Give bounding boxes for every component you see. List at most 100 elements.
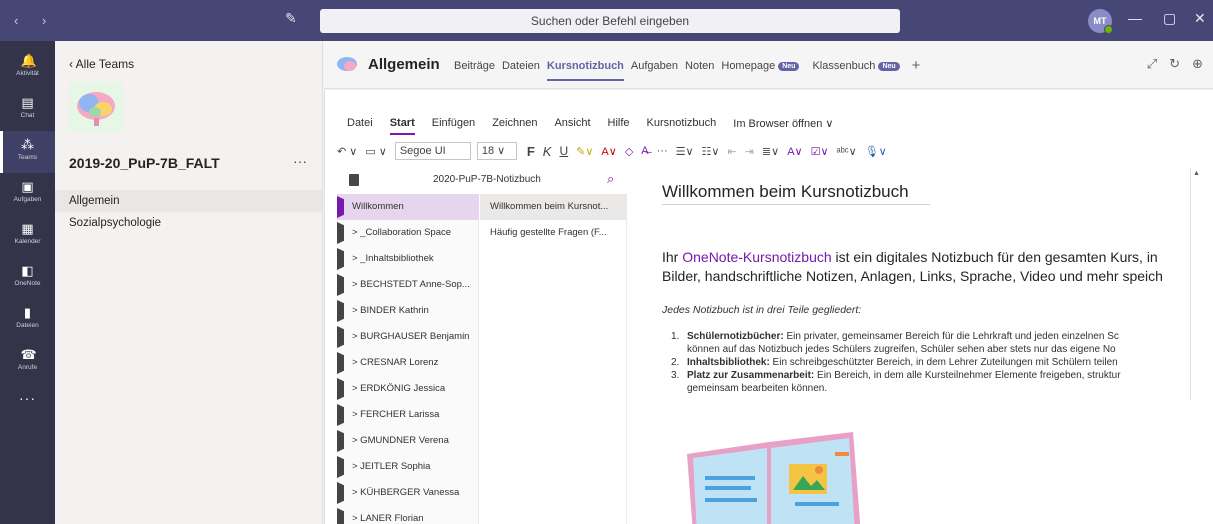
tab-beitraege[interactable]: Beiträge	[454, 60, 495, 72]
section-item[interactable]: > GMUNDNER Verena	[337, 428, 479, 454]
styles-icon[interactable]: A̶	[641, 145, 648, 157]
avatar[interactable]: MT	[1088, 9, 1113, 34]
tab-aufgaben[interactable]: Aufgaben	[631, 60, 678, 72]
section-item[interactable]: > FERCHER Larissa	[337, 402, 479, 428]
compose-icon[interactable]: ✎	[285, 10, 303, 28]
ribbon-tab-hilfe[interactable]: Hilfe	[608, 117, 630, 135]
section-item[interactable]: > JEITLER Sophia	[337, 454, 479, 480]
rail-teams[interactable]: ⁂ Teams	[0, 131, 55, 173]
refresh-icon[interactable]: ↻	[1169, 56, 1180, 72]
rail-files[interactable]: ▮ Dateien	[0, 299, 55, 341]
ribbon-tab-kursnotizbuch[interactable]: Kursnotizbuch	[647, 117, 717, 135]
font-family-select[interactable]: Segoe UI	[394, 142, 471, 160]
intro-paragraph: Ihr OneNote-Kursnotizbuch ist ein digita…	[662, 248, 1202, 286]
ribbon-tab-zeichnen[interactable]: Zeichnen	[492, 117, 537, 135]
minimize-icon[interactable]: —	[1128, 10, 1142, 26]
section-label: > GMUNDNER Verena	[352, 435, 449, 446]
italic-button[interactable]: K	[543, 144, 552, 159]
section-item[interactable]: > LANER Florian	[337, 506, 479, 524]
page-item[interactable]: Willkommen beim Kursnot...	[480, 194, 627, 220]
outdent-icon[interactable]: ⇤	[727, 145, 736, 158]
align-icon[interactable]: ≣∨	[762, 145, 779, 158]
undo-icon[interactable]: ↶ ∨	[337, 145, 357, 158]
section-item[interactable]: > CRESNAR Lorenz	[337, 350, 479, 376]
ribbon-tab-datei[interactable]: Datei	[347, 117, 373, 135]
onenote-link[interactable]: OneNote-Kursnotizbuch	[682, 249, 831, 265]
open-in-browser-button[interactable]: Im Browser öffnen ∨	[733, 117, 833, 135]
expand-icon[interactable]: ⤢	[1147, 56, 1157, 72]
section-tab-icon	[337, 352, 344, 374]
font-size-select[interactable]: 18 ∨	[476, 142, 517, 160]
add-tab-button[interactable]: +	[912, 58, 921, 73]
ribbon-tab-start[interactable]: Start	[390, 117, 415, 135]
tab-kursnotizbuch[interactable]: Kursnotizbuch	[546, 60, 624, 81]
tab-klassenbuch[interactable]: Klassenbuch Neu	[812, 60, 900, 72]
section-item[interactable]: > BINDER Kathrin	[337, 298, 479, 324]
history-nav[interactable]: ‹ ›	[14, 13, 56, 28]
channel-allgemein[interactable]: Allgemein	[55, 190, 322, 212]
rail-chat[interactable]: ▤ Chat	[0, 89, 55, 131]
rail-calendar[interactable]: ▦ Kalender	[0, 215, 55, 257]
section-tab-icon	[337, 430, 344, 452]
indent-icon[interactable]: ⇥	[745, 145, 754, 158]
section-item[interactable]: > BECHSTEDT Anne-Sop...	[337, 272, 479, 298]
globe-icon[interactable]: ⊕	[1192, 56, 1203, 72]
rail-calls[interactable]: ☎ Anrufe	[0, 341, 55, 383]
ribbon-tab-ansicht[interactable]: Ansicht	[554, 117, 590, 135]
onenote-frame: Datei Start Einfügen Zeichnen Ansicht Hi…	[324, 90, 1213, 524]
section-item[interactable]: > BURGHAUSER Benjamin	[337, 324, 479, 350]
rail-assignments[interactable]: ▣ Aufgaben	[0, 173, 55, 215]
list-item: 3. Platz zur Zusammenarbeit: Ein Bereich,…	[671, 369, 1202, 395]
scroll-up-icon[interactable]: ▲	[1193, 170, 1200, 177]
files-icon: ▮	[23, 305, 32, 320]
section-tab-icon	[337, 508, 344, 524]
list-text: Ein Bereich, in dem alle Kursteilnehmer …	[814, 370, 1121, 381]
more-apps-icon[interactable]: ···	[0, 390, 55, 406]
tab-homepage[interactable]: Homepage Neu	[721, 60, 800, 72]
clear-format-icon[interactable]: ◇	[625, 145, 633, 158]
presence-icon	[1104, 25, 1113, 34]
section-label: > BURGHAUSER Benjamin	[352, 331, 470, 342]
section-item[interactable]: > _Inhaltsbibliothek	[337, 246, 479, 272]
team-logo	[69, 82, 123, 132]
section-label: > CRESNAR Lorenz	[352, 357, 439, 368]
tab-noten[interactable]: Noten	[685, 60, 714, 72]
underline-button[interactable]: U	[559, 144, 568, 158]
list-text: gemeinsam bearbeiten können.	[687, 383, 828, 394]
title-divider	[662, 204, 930, 205]
tag-icon[interactable]: ☑∨	[811, 145, 829, 158]
highlight-icon[interactable]: ✎∨	[576, 145, 593, 158]
bold-button[interactable]: F	[527, 144, 535, 159]
scrollbar[interactable]: ▲	[1190, 168, 1202, 400]
style-picker-icon[interactable]: A∨	[787, 145, 802, 158]
section-item[interactable]: > KÜHBERGER Vanessa	[337, 480, 479, 506]
notebook-name[interactable]: 2020-PuP-7B-Notizbuch	[433, 174, 541, 185]
section-item[interactable]: Willkommen	[337, 194, 479, 220]
section-label: > BECHSTEDT Anne-Sop...	[352, 279, 470, 290]
font-color-icon[interactable]: A∨	[601, 145, 616, 158]
more-format-icon[interactable]: ···	[657, 145, 668, 157]
section-item[interactable]: > _Collaboration Space	[337, 220, 479, 246]
numbering-icon[interactable]: ☷∨	[702, 145, 720, 158]
section-item[interactable]: > ERDKÖNIG Jessica	[337, 376, 479, 402]
more-options-icon[interactable]: ···	[293, 153, 307, 169]
tab-dateien[interactable]: Dateien	[502, 60, 540, 72]
page-item[interactable]: Häufig gestellte Fragen (F...	[480, 220, 627, 246]
spelling-icon[interactable]: ᵃᵇᶜ∨	[837, 145, 857, 158]
rail-activity[interactable]: 🔔 Aktivität	[0, 47, 55, 89]
maximize-icon[interactable]: ▢	[1163, 10, 1176, 27]
bullets-icon[interactable]: ☰∨	[676, 145, 694, 158]
intro-text: Bilder, handschriftliche Notizen, Anlage…	[662, 268, 1163, 284]
close-icon[interactable]: ✕	[1194, 10, 1206, 27]
paste-icon[interactable]: ▭ ∨	[365, 145, 387, 158]
list-item: 1. Schülernotizbücher: Ein privater, geme…	[671, 330, 1202, 356]
search-icon[interactable]: ⌕	[607, 171, 614, 187]
rail-onenote[interactable]: ◧ OneNote	[0, 257, 55, 299]
channel-sozialpsychologie[interactable]: Sozialpsychologie	[55, 212, 322, 234]
search-input[interactable]: Suchen oder Befehl eingeben	[320, 9, 900, 33]
page-canvas[interactable]: Willkommen beim Kursnotizbuch Ihr OneNot…	[627, 168, 1202, 524]
notebook-icon[interactable]	[349, 174, 359, 186]
dictate-icon[interactable]: 🎙∨	[865, 145, 887, 158]
back-to-teams-link[interactable]: ‹ Alle Teams	[69, 57, 134, 71]
ribbon-tab-einfuegen[interactable]: Einfügen	[432, 117, 475, 135]
